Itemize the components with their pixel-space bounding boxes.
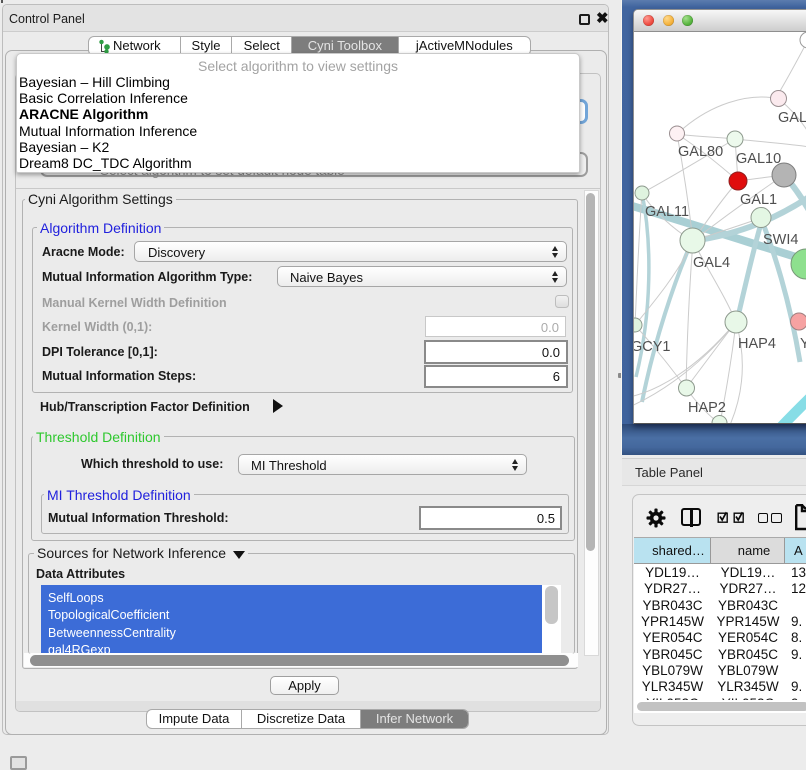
svg-text:GAL10: GAL10 (736, 151, 781, 167)
svg-text:GCY1: GCY1 (634, 339, 671, 355)
svg-text:Y: Y (800, 336, 806, 352)
svg-text:GAL: GAL (778, 110, 806, 126)
svg-text:GAL1: GAL1 (740, 192, 777, 208)
svg-text:GAL11: GAL11 (645, 204, 689, 220)
svg-text:SWI4: SWI4 (763, 232, 798, 248)
svg-text:HAP2: HAP2 (688, 400, 726, 416)
svg-text:GAL80: GAL80 (678, 144, 723, 160)
svg-text:HAP4: HAP4 (738, 336, 776, 352)
svg-text:GAL4: GAL4 (693, 255, 730, 271)
